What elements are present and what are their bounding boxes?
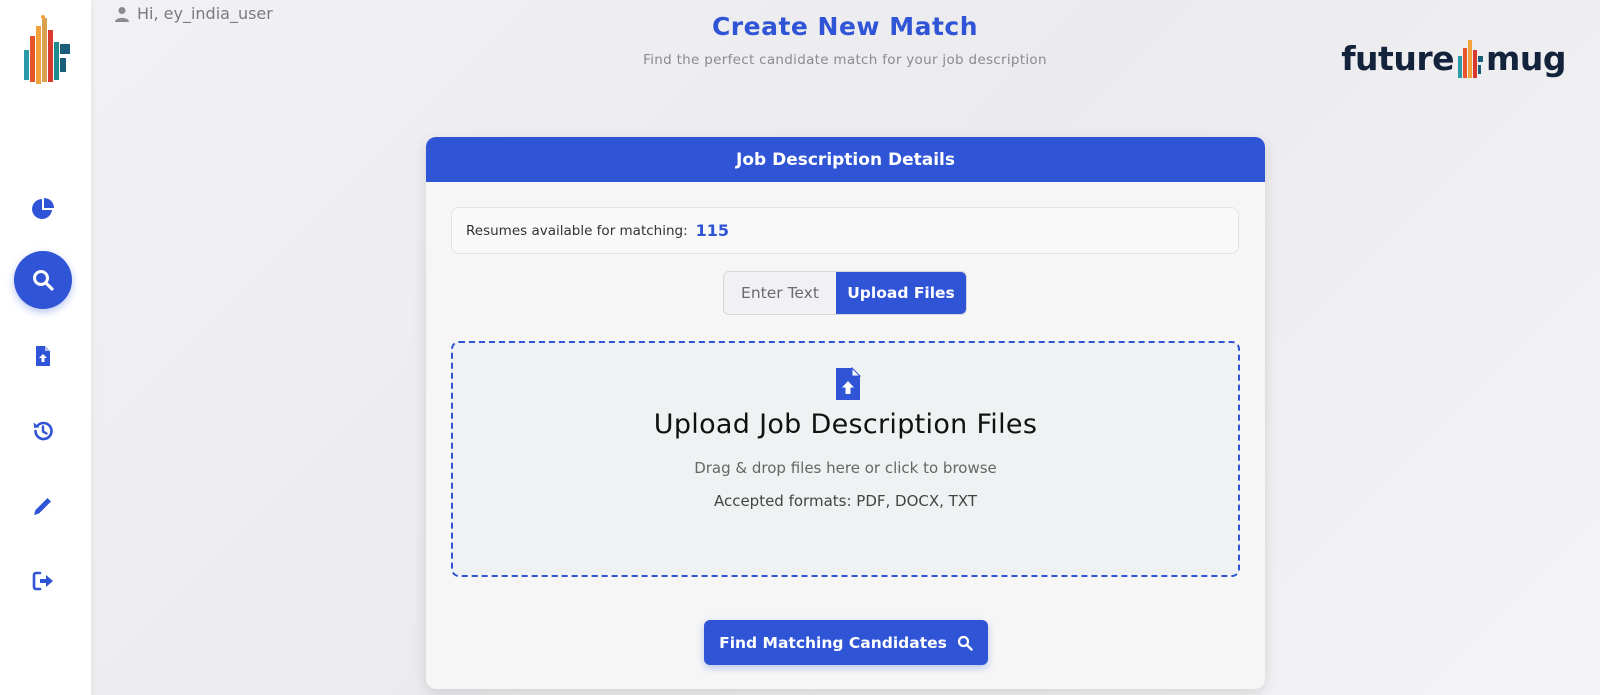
find-matching-candidates-button[interactable]: Find Matching Candidates [704, 620, 988, 665]
history-icon [33, 421, 53, 441]
page: Hi, ey_india_user Create New Match Find … [0, 0, 1600, 695]
sidebar-item-history[interactable] [14, 402, 72, 460]
dropzone-formats: Accepted formats: PDF, DOCX, TXT [713, 492, 978, 510]
resumes-available-box: Resumes available for matching: 115 [451, 207, 1239, 254]
file-dropzone[interactable]: Upload Job Description Files Drag & drop… [451, 341, 1240, 577]
pencil-icon [34, 498, 51, 515]
sidebar-item-search[interactable] [14, 251, 72, 309]
search-icon [957, 635, 973, 651]
sidebar-item-logout[interactable] [14, 552, 72, 610]
sidebar [0, 0, 91, 695]
tab-enter-text[interactable]: Enter Text [724, 272, 836, 314]
page-subtitle-text: Find the perfect candidate match for you… [643, 52, 1047, 68]
card-title: Job Description Details [736, 149, 955, 170]
dropzone-title: Upload Job Description Files [653, 409, 1038, 440]
resumes-count: 115 [695, 221, 730, 240]
brand-mark-icon [1457, 40, 1483, 78]
pie-chart-icon [32, 198, 54, 219]
sidebar-item-upload[interactable] [14, 327, 72, 385]
tab-upload-files[interactable]: Upload Files [836, 272, 966, 314]
input-mode-toggle: Enter Text Upload Files [723, 271, 967, 315]
dropzone-hint: Drag & drop files here or click to brows… [694, 459, 997, 477]
job-description-card: Job Description Details Resumes availabl… [426, 137, 1265, 689]
brand-logo: future mug [1341, 36, 1567, 80]
logout-icon [32, 571, 53, 591]
find-button-label: Find Matching Candidates [719, 633, 947, 652]
card-header: Job Description Details [426, 137, 1265, 182]
resumes-label: Resumes available for matching: [466, 222, 688, 239]
file-upload-icon [836, 367, 861, 400]
file-upload-icon [36, 346, 50, 366]
search-icon [33, 270, 54, 291]
sidebar-item-edit[interactable] [14, 477, 72, 535]
brand-text-right: mug [1485, 38, 1567, 78]
sidebar-item-dashboard[interactable] [14, 180, 72, 238]
brand-text-left: future [1341, 38, 1454, 78]
page-title-text: Create New Match [711, 12, 979, 41]
